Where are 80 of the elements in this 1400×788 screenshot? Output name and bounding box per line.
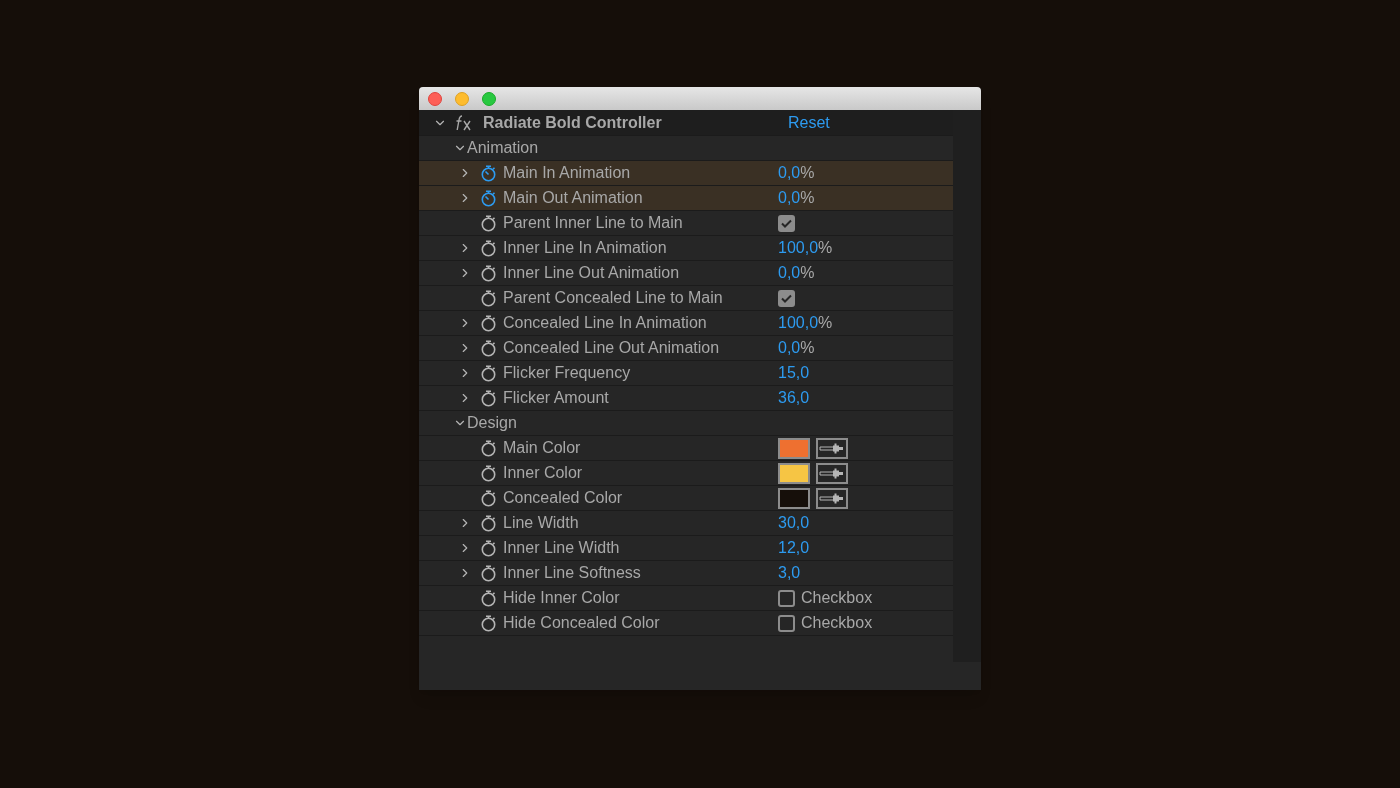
stopwatch-icon[interactable] — [480, 239, 497, 257]
parameter-row[interactable]: Main Color — [419, 436, 953, 461]
value-field[interactable]: 30,0 — [778, 511, 810, 535]
value-field[interactable]: 0,0 — [778, 336, 801, 360]
stopwatch-icon[interactable] — [480, 539, 497, 557]
stopwatch-icon[interactable] — [480, 164, 497, 182]
parameter-name: Flicker Frequency — [503, 363, 631, 383]
stopwatch-icon[interactable] — [480, 564, 497, 582]
parameter-name: Main In Animation — [503, 163, 631, 183]
group-label: Design — [467, 413, 517, 433]
stopwatch-icon[interactable] — [480, 289, 497, 307]
eyedropper-button[interactable] — [816, 462, 848, 484]
stopwatch-icon[interactable] — [480, 314, 497, 332]
stopwatch-icon[interactable] — [480, 464, 497, 482]
stopwatch-icon[interactable] — [480, 589, 497, 607]
parameter-name: Main Color — [503, 438, 581, 458]
color-swatch[interactable] — [778, 462, 810, 484]
parameter-name: Inner Line Out Animation — [503, 263, 680, 283]
checkbox[interactable] — [778, 289, 795, 307]
eyedropper-button[interactable] — [816, 437, 848, 459]
unit-label: % — [818, 238, 833, 258]
checkmark-icon — [781, 293, 792, 303]
value-field[interactable]: 12,0 — [778, 536, 810, 560]
eyedropper-icon — [819, 442, 845, 454]
parameter-name: Inner Color — [503, 463, 583, 483]
checkbox[interactable] — [778, 589, 795, 607]
checkbox-label: Checkbox — [801, 588, 873, 608]
parameter-name: Flicker Amount — [503, 388, 609, 408]
stopwatch-icon[interactable] — [480, 364, 497, 382]
effect-name: Radiate Bold Controller — [483, 112, 663, 133]
parameter-name: Inner Line Width — [503, 538, 620, 558]
value-field[interactable]: 0,0 — [778, 161, 801, 185]
stopwatch-icon[interactable] — [480, 264, 497, 282]
parameter-name: Concealed Line Out Animation — [503, 338, 720, 358]
checkbox[interactable] — [778, 214, 795, 232]
parameter-row[interactable]: Concealed Color — [419, 486, 953, 511]
parameter-row[interactable]: Inner Color — [419, 461, 953, 486]
parameter-name: Parent Concealed Line to Main — [503, 288, 723, 308]
parameter-name: Main Out Animation — [503, 188, 643, 208]
parameter-name: Line Width — [503, 513, 579, 533]
close-button[interactable] — [428, 91, 442, 106]
unit-label: % — [800, 338, 815, 358]
checkbox-label: Checkbox — [801, 613, 873, 633]
stopwatch-icon[interactable] — [480, 489, 497, 507]
unit-label: % — [800, 263, 815, 283]
value-field[interactable]: 3,0 — [778, 561, 801, 585]
value-field[interactable]: 100,0 — [778, 236, 819, 260]
parameter-name: Inner Line In Animation — [503, 238, 667, 258]
stopwatch-icon[interactable] — [480, 389, 497, 407]
value-field[interactable]: 36,0 — [778, 386, 810, 410]
value-field[interactable]: 0,0 — [778, 261, 801, 285]
parameter-name: Concealed Color — [503, 488, 623, 508]
parameter-name: Parent Inner Line to Main — [503, 213, 683, 233]
parameter-row[interactable]: Main Out Animation 0,0% — [419, 186, 953, 211]
value-field[interactable]: 100,0 — [778, 311, 819, 335]
color-swatch[interactable] — [778, 437, 810, 459]
unit-label: % — [800, 188, 815, 208]
parameter-name: Concealed Line In Animation — [503, 313, 707, 333]
reset-link[interactable]: Reset — [788, 110, 830, 135]
eyedropper-icon — [819, 492, 845, 504]
checkbox[interactable] — [778, 614, 795, 632]
eyedropper-button[interactable] — [816, 487, 848, 509]
stopwatch-icon[interactable] — [480, 214, 497, 232]
stopwatch-icon[interactable] — [480, 439, 497, 457]
stopwatch-icon[interactable] — [480, 189, 497, 207]
checkmark-icon — [781, 218, 792, 228]
stopwatch-icon[interactable] — [480, 614, 497, 632]
parameter-row[interactable]: Main In Animation 0,0% — [419, 161, 953, 186]
eyedropper-icon — [819, 467, 845, 479]
value-field[interactable]: 15,0 — [778, 361, 810, 385]
parameter-name: Hide Inner Color — [503, 588, 620, 608]
parameter-name: Inner Line Softness — [503, 563, 641, 583]
stopwatch-icon[interactable] — [480, 339, 497, 357]
unit-label: % — [800, 163, 815, 183]
unit-label: % — [818, 313, 833, 333]
parameter-name: Hide Concealed Color — [503, 613, 660, 633]
stopwatch-icon[interactable] — [480, 514, 497, 532]
group-label: Animation — [467, 138, 539, 158]
color-swatch[interactable] — [778, 487, 810, 509]
value-field[interactable]: 0,0 — [778, 186, 801, 210]
